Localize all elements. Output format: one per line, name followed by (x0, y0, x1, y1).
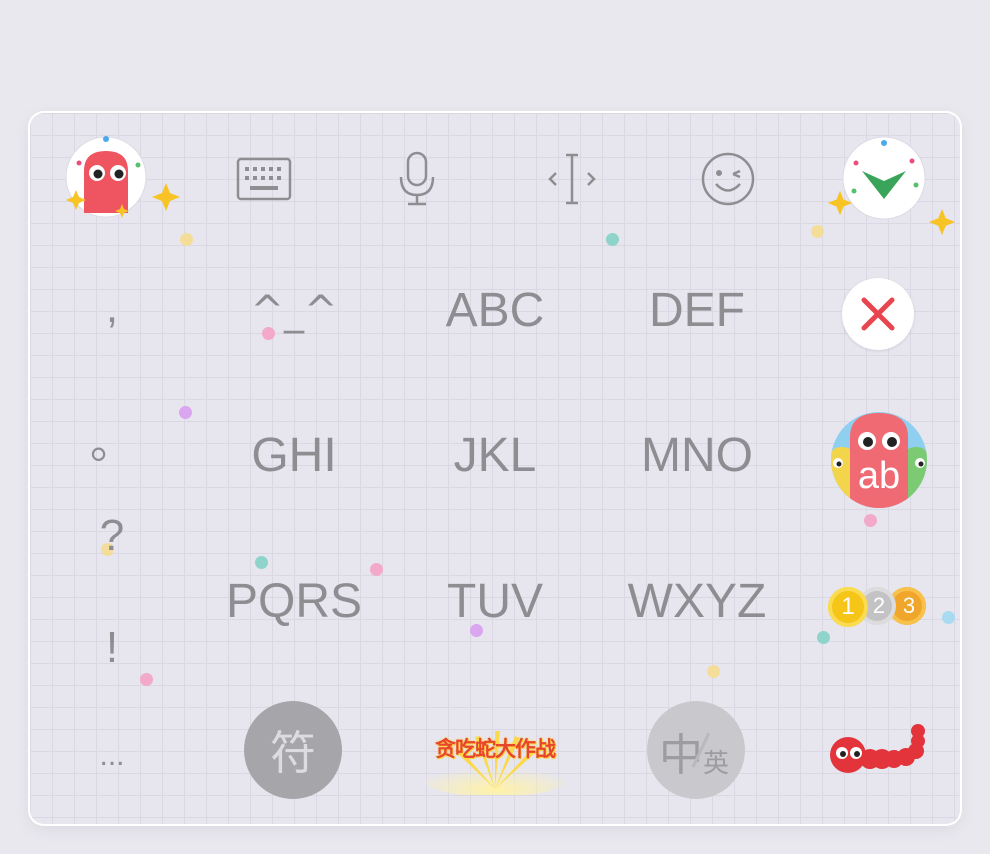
number-switch-button[interactable]: 1 2 3 (828, 585, 930, 629)
keyboard-icon (236, 157, 292, 201)
key-def[interactable]: DEF (607, 281, 787, 341)
confetti-dot (606, 233, 619, 246)
confetti-dot (180, 233, 193, 246)
snake-mascot-button[interactable] (64, 133, 154, 223)
microphone-icon (399, 151, 435, 206)
case-switch-label: ab (857, 455, 901, 497)
confetti-dot (255, 556, 268, 569)
key-pqrs[interactable]: PQRS (204, 572, 384, 632)
confetti-dot (942, 611, 955, 624)
emoji-button[interactable] (696, 147, 760, 211)
case-switch-button[interactable]: ab (830, 411, 928, 509)
key-wxyz[interactable]: WXYZ (607, 572, 787, 632)
snake-game-banner[interactable]: 贪吃蛇大作战 (420, 711, 570, 795)
sparkle-icon (928, 208, 956, 236)
confetti-dot (811, 225, 824, 238)
emoji-icon (701, 152, 755, 206)
snake-game-title: 贪吃蛇大作战 (435, 737, 556, 761)
cursor-move-button[interactable] (540, 147, 604, 211)
lang-en-label: 英 (703, 749, 730, 779)
key-jkl[interactable]: JKL (405, 426, 585, 486)
snake-icon (830, 724, 925, 773)
key-emoticon[interactable]: ^_^ (204, 281, 384, 341)
keyboard-panel: , 。 ? ! ... ^_^ ABC DEF GHI JKL MNO PQRS… (30, 113, 960, 824)
keyboard-button[interactable] (232, 147, 296, 211)
sparkle-icon (827, 190, 853, 216)
key-ghi[interactable]: GHI (204, 426, 384, 486)
punct-question-key[interactable]: ? (90, 511, 134, 561)
key-tuv[interactable]: TUV (405, 572, 585, 632)
confetti-dot (140, 673, 153, 686)
sparkle-icon (152, 183, 180, 211)
punct-exclaim-key[interactable]: ! (90, 623, 134, 673)
cursor-icon (548, 153, 596, 205)
punct-period-key[interactable]: 。 (90, 407, 134, 471)
confetti-dot (179, 406, 192, 419)
delete-icon (861, 297, 895, 331)
snake-game-shortcut[interactable] (826, 717, 930, 781)
voice-input-button[interactable] (385, 147, 449, 211)
confetti-dot (864, 514, 877, 527)
confetti-dot (817, 631, 830, 644)
symbol-button[interactable]: 符 (244, 701, 342, 799)
key-mno[interactable]: MNO (607, 426, 787, 486)
number-3: 3 (902, 593, 916, 618)
language-switch-button[interactable]: 中 英 (647, 701, 745, 799)
snake-mascot-icon (65, 136, 147, 218)
key-abc[interactable]: ABC (405, 281, 585, 341)
symbol-label: 符 (270, 726, 316, 780)
punct-ellipsis-key[interactable]: ... (90, 739, 134, 773)
delete-button[interactable] (842, 278, 914, 350)
confetti-dot (707, 665, 720, 678)
punct-comma-key[interactable]: , (90, 283, 134, 333)
